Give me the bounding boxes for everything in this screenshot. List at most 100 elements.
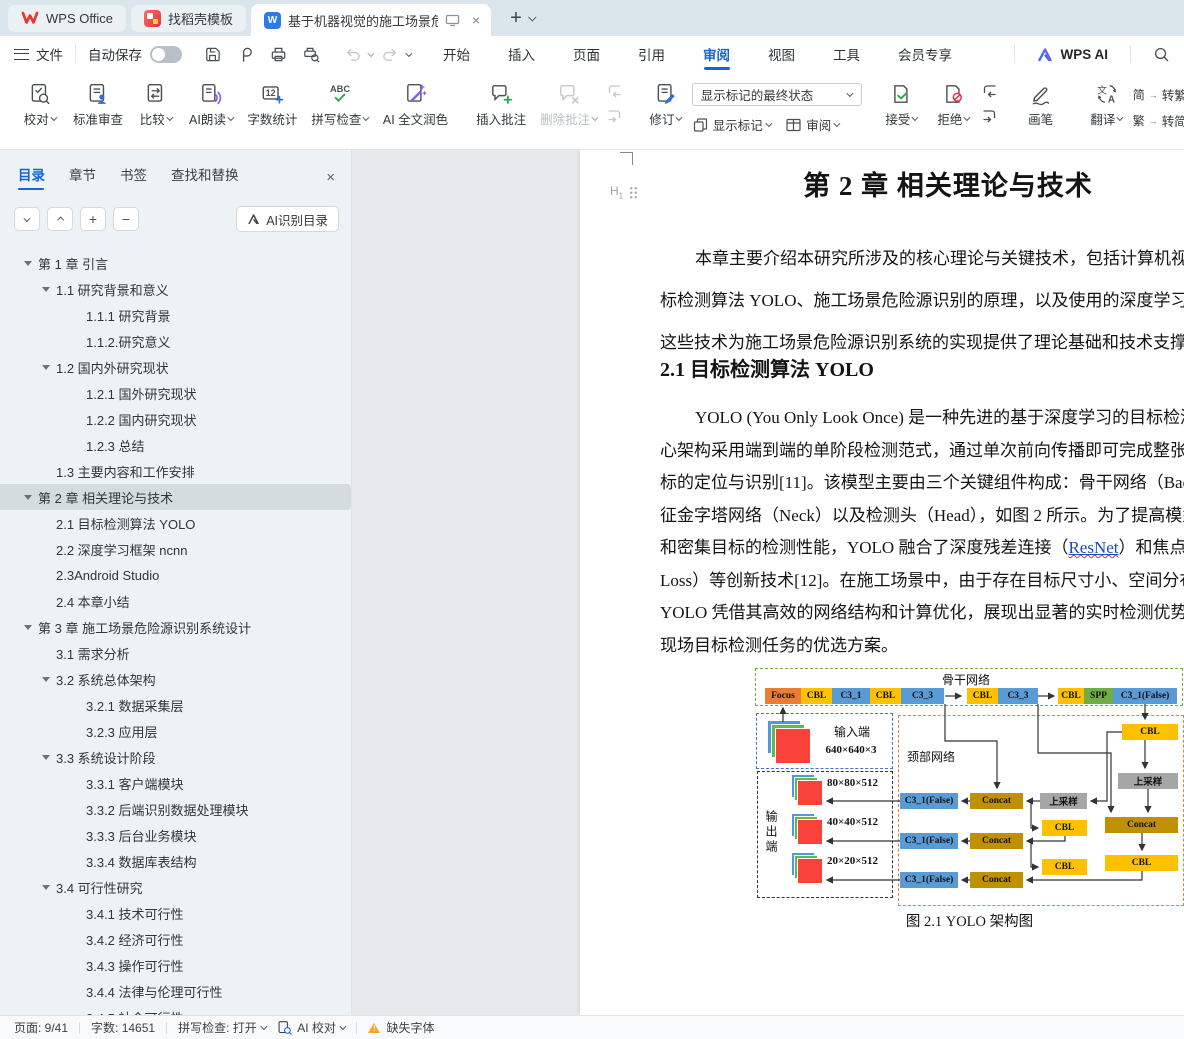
- toc-expand-arrow-icon[interactable]: [42, 755, 50, 760]
- tab-home[interactable]: 开始: [441, 36, 472, 72]
- toc-item[interactable]: 3.2.3 应用层: [0, 718, 351, 744]
- toc-item[interactable]: 3.4.3 操作可行性: [0, 952, 351, 978]
- toc-item[interactable]: 2.1 目标检测算法 YOLO: [0, 510, 351, 536]
- tab-docer-template[interactable]: 找稻壳模板: [131, 5, 246, 32]
- toc-item[interactable]: 3.3.4 数据库表结构: [0, 848, 351, 874]
- tab-wps-office[interactable]: WPS Office: [8, 5, 126, 32]
- to-traditional-button[interactable]: 简→ 转繁: [1133, 85, 1184, 104]
- sidebar-tab-find-replace[interactable]: 查找和替换: [171, 164, 239, 190]
- file-menu[interactable]: 文件: [36, 44, 63, 64]
- toc-item[interactable]: 3.4.2 经济可行性: [0, 926, 351, 952]
- search-icon[interactable]: [1153, 46, 1170, 63]
- sidebar-tab-chapters[interactable]: 章节: [69, 164, 96, 190]
- toc-expand-arrow-icon[interactable]: [42, 885, 50, 890]
- heading-handle[interactable]: H1: [610, 184, 638, 200]
- compare-button[interactable]: 比较: [130, 76, 182, 132]
- missing-font-warning[interactable]: 缺失字体: [368, 1019, 434, 1036]
- tab-insert[interactable]: 插入: [506, 36, 537, 72]
- tab-tools[interactable]: 工具: [831, 36, 862, 72]
- toc-item[interactable]: 3.4.1 技术可行性: [0, 900, 351, 926]
- toc-item[interactable]: 1.1.2.研究意义: [0, 328, 351, 354]
- ai-recognize-toc-button[interactable]: AI识别目录: [236, 206, 339, 232]
- previous-change-button[interactable]: [981, 84, 998, 99]
- toc-item[interactable]: 3.2.1 数据采集层: [0, 692, 351, 718]
- proofread-button[interactable]: 校对: [14, 76, 66, 132]
- toc-item[interactable]: 1.2.1 国外研究现状: [0, 380, 351, 406]
- markup-state-dropdown[interactable]: 显示标记的最终状态: [692, 83, 862, 106]
- paragraph-2[interactable]: YOLO (You Only Look Once) 是一种先进的基于深度学习的目…: [660, 402, 1184, 662]
- toc-collapse-all-button[interactable]: −: [113, 207, 139, 231]
- toc-item[interactable]: 2.3Android Studio: [0, 562, 351, 588]
- toc-item[interactable]: 2.4 本章小结: [0, 588, 351, 614]
- toc-item[interactable]: 3.2 系统总体架构: [0, 666, 351, 692]
- document-area[interactable]: H1 第 2 章 相关理论与技术 本章主要介绍本研究所涉及的核心理论与关键技术，…: [352, 150, 1184, 1015]
- show-markup-button[interactable]: 显示标记: [692, 115, 772, 134]
- print-preview-button[interactable]: [302, 45, 321, 64]
- tab-document[interactable]: W 基于机器视觉的施工场景危险 ×: [251, 4, 491, 36]
- reject-change-button[interactable]: 拒绝: [928, 76, 980, 132]
- next-change-button[interactable]: [981, 109, 998, 124]
- sidebar-tab-contents[interactable]: 目录: [18, 164, 45, 190]
- word-count-button[interactable]: 12 字数统计: [240, 76, 304, 132]
- hamburger-menu-icon[interactable]: [14, 49, 29, 60]
- toc-item[interactable]: 第 1 章 引言: [0, 250, 351, 276]
- toc-expand-arrow-icon[interactable]: [24, 261, 32, 266]
- review-pane-button[interactable]: 审阅: [785, 115, 840, 134]
- toc-expand-arrow-icon[interactable]: [42, 677, 50, 682]
- document-page[interactable]: H1 第 2 章 相关理论与技术 本章主要介绍本研究所涉及的核心理论与关键技术，…: [580, 150, 1184, 1015]
- section-heading[interactable]: 2.1 目标检测算法 YOLO: [660, 353, 874, 382]
- toc-item[interactable]: 1.1 研究背景和意义: [0, 276, 351, 302]
- toc-item[interactable]: 3.3.1 客户端模块: [0, 770, 351, 796]
- toc-expand-arrow-icon[interactable]: [24, 625, 32, 630]
- ai-read-aloud-button[interactable]: AI朗读: [182, 76, 240, 132]
- cast-screen-icon[interactable]: [445, 14, 460, 27]
- standard-review-button[interactable]: 标准审查: [66, 76, 130, 132]
- spell-check-button[interactable]: ABC 拼写检查: [304, 76, 376, 132]
- tab-list-chevron-icon[interactable]: [528, 13, 536, 21]
- tab-reference[interactable]: 引用: [636, 36, 667, 72]
- toc-expand-all-button[interactable]: +: [80, 207, 106, 231]
- insert-comment-button[interactable]: 插入批注: [469, 76, 533, 132]
- toc-item[interactable]: 1.2 国内外研究现状: [0, 354, 351, 380]
- toc-item[interactable]: 3.1 需求分析: [0, 640, 351, 666]
- toc-item[interactable]: 3.4.4 法律与伦理可行性: [0, 978, 351, 1004]
- export-pdf-button[interactable]: [236, 45, 255, 64]
- tab-view[interactable]: 视图: [766, 36, 797, 72]
- paragraph-1[interactable]: 本章主要介绍本研究所涉及的核心理论与关键技术，包括计算机视觉 标检测算法 YOL…: [660, 238, 1184, 364]
- to-simplified-button[interactable]: 繁→ 转简: [1133, 111, 1184, 130]
- toc-item[interactable]: 3.4 可行性研究: [0, 874, 351, 900]
- toc-expand-arrow-icon[interactable]: [42, 365, 50, 370]
- chapter-title[interactable]: 第 2 章 相关理论与技术: [660, 164, 1184, 203]
- toc-next-button[interactable]: [14, 207, 40, 231]
- toc-previous-button[interactable]: [47, 207, 73, 231]
- close-sidebar-icon[interactable]: ×: [326, 169, 335, 186]
- track-changes-button[interactable]: 修订: [640, 76, 692, 132]
- ai-proofread-status[interactable]: AI 校对: [277, 1019, 345, 1036]
- toc-item[interactable]: 3.3.3 后台业务模块: [0, 822, 351, 848]
- redo-chevron-icon[interactable]: [405, 50, 411, 56]
- toc-item[interactable]: 3.3.2 后端识别数据处理模块: [0, 796, 351, 822]
- toc-item[interactable]: 1.3 主要内容和工作安排: [0, 458, 351, 484]
- ink-brush-button[interactable]: 画笔: [1015, 76, 1067, 132]
- toc-expand-arrow-icon[interactable]: [42, 287, 50, 292]
- tab-review[interactable]: 审阅: [701, 36, 732, 72]
- yolo-architecture-figure[interactable]: 骨干网络 颈部网络 输入端 640×640×3 输出端 80×80×512 40…: [755, 668, 1184, 908]
- ai-polish-button[interactable]: AI 全文润色: [376, 76, 455, 132]
- toc-item[interactable]: 第 3 章 施工场景危险源识别系统设计: [0, 614, 351, 640]
- toc-item[interactable]: 第 2 章 相关理论与技术: [0, 484, 351, 510]
- translate-button[interactable]: 文A 翻译: [1081, 76, 1133, 132]
- wps-ai-button[interactable]: WPS AI: [1037, 47, 1108, 62]
- tab-page[interactable]: 页面: [571, 36, 602, 72]
- toc-item[interactable]: 1.1.1 研究背景: [0, 302, 351, 328]
- toc-expand-arrow-icon[interactable]: [24, 495, 32, 500]
- toc-item[interactable]: 3.4.5 社会可行性: [0, 1004, 351, 1015]
- tab-membership[interactable]: 会员专享: [896, 36, 954, 72]
- print-button[interactable]: [269, 45, 288, 64]
- toc-item[interactable]: 2.2 深度学习框架 ncnn: [0, 536, 351, 562]
- sidebar-tab-bookmarks[interactable]: 书签: [120, 164, 147, 190]
- new-tab-button[interactable]: +: [510, 8, 522, 28]
- page-indicator[interactable]: 页面: 9/41: [14, 1019, 68, 1036]
- save-button[interactable]: [203, 45, 222, 64]
- toc-item[interactable]: 1.2.2 国内研究现状: [0, 406, 351, 432]
- drag-grip-icon[interactable]: [629, 186, 638, 199]
